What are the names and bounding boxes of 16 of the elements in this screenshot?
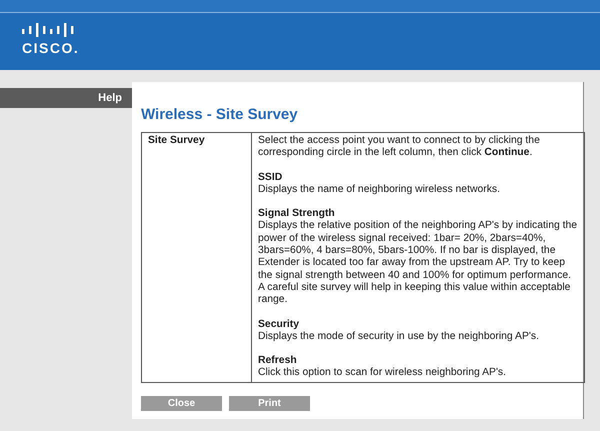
section-text: Click this option to scan for wireless neighboring AP's. <box>258 367 508 380</box>
section-heading: Refresh <box>258 355 298 368</box>
section-text: Displays the mode of security in use by the neighboring AP's. <box>258 330 540 344</box>
page-title: Wireless - Site Survey <box>141 106 299 123</box>
logo-text: CISCO. <box>22 40 80 56</box>
section-heading: Security <box>258 318 300 331</box>
action-button[interactable]: Close <box>141 396 222 411</box>
section-text: Displays the name of neighboring wireless networks. <box>258 184 501 196</box>
section-heading: Signal Strength <box>258 208 336 220</box>
section-text: Displays the relative position of the neighboring AP's by indicating the power of the wireless signal received: 1bar= 20%, 2bars=40%, 3bars=60%, 4 bars=80%, 5bars-100%. If no bar is displayed, the Extender is located too far away from the upstream AP. Try to keep the signal strength between 40 and 100% for optimum performance. A careful site survey will help in keeping this value within acceptable range. <box>258 220 578 307</box>
intro-paragraph: Select the access point you want to connect to by clicking the corresponding circle in the left column, then click Continue. <box>258 135 541 160</box>
logo-bars-icon <box>22 22 74 36</box>
help-heading: Help <box>0 88 132 108</box>
action-button[interactable]: Print <box>229 396 310 411</box>
section-heading: SSID <box>258 172 284 184</box>
table-label: Site Survey <box>148 135 205 146</box>
